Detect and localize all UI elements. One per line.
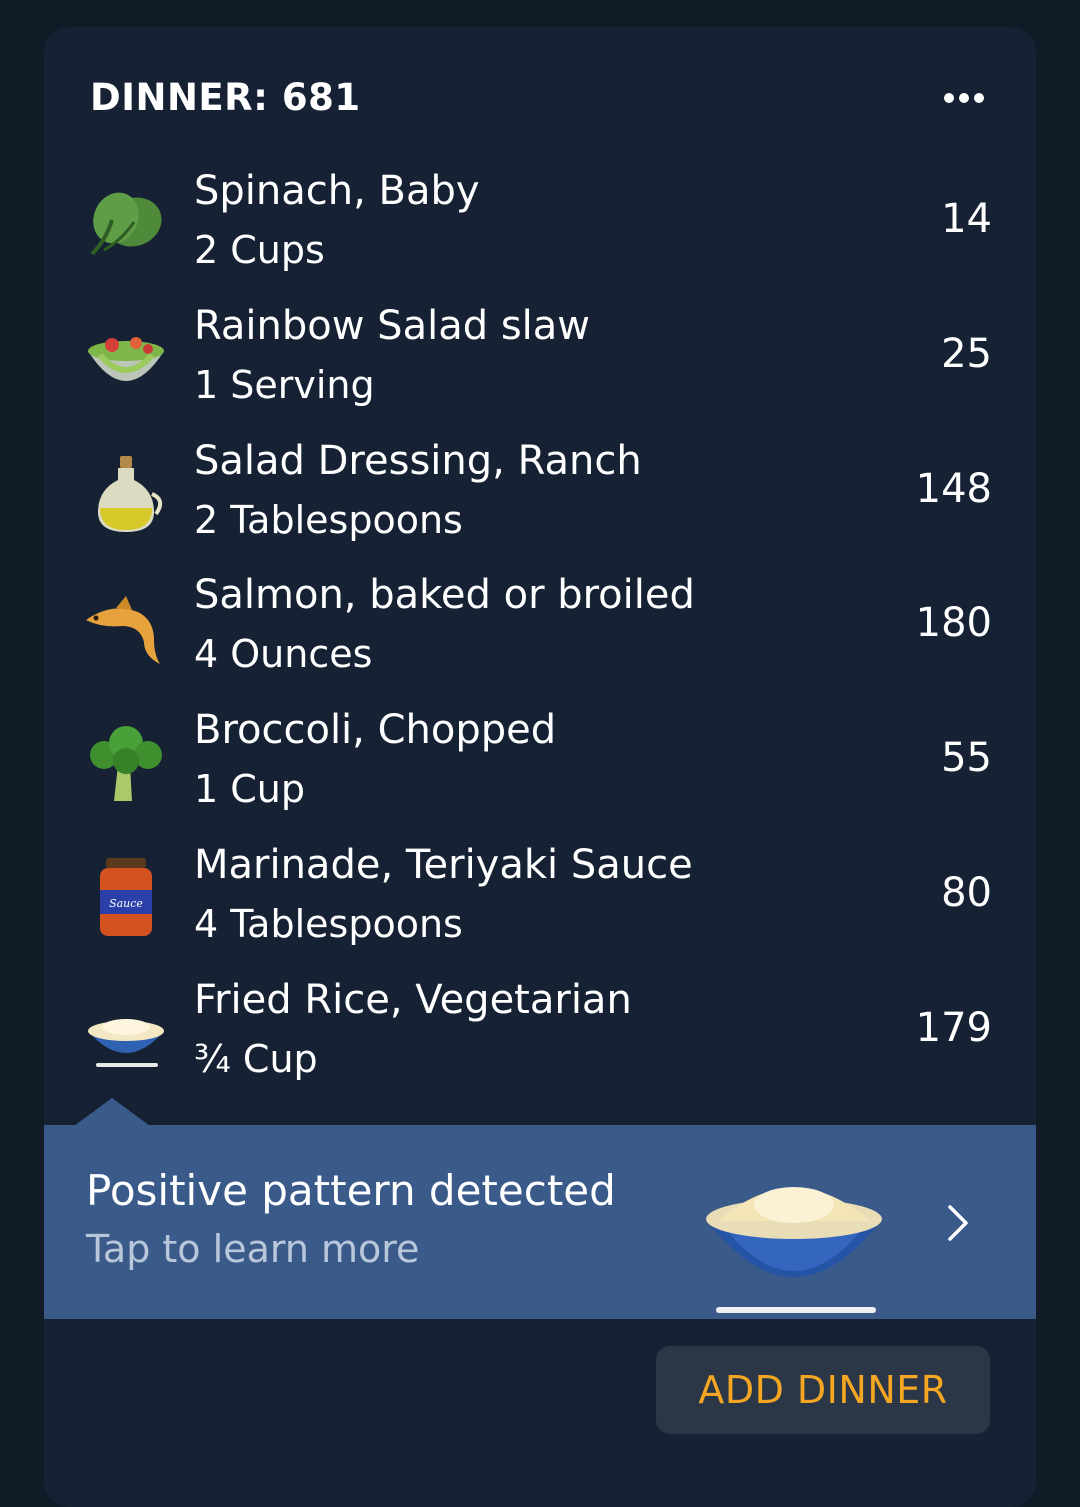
oil-bottle-icon bbox=[82, 450, 170, 538]
food-name: Salad Dressing, Ranch bbox=[194, 437, 642, 484]
food-item[interactable]: Salad Dressing, Ranch 2 Tablespoons 148 bbox=[44, 432, 1036, 567]
food-calories: 148 bbox=[915, 465, 992, 512]
food-name: Fried Rice, Vegetarian bbox=[194, 976, 632, 1023]
food-item[interactable]: Salmon, baked or broiled 4 Ounces 180 bbox=[44, 566, 1036, 701]
fish-icon bbox=[82, 584, 170, 672]
food-quantity: ¾ Cup bbox=[194, 1036, 318, 1081]
food-quantity: 2 Tablespoons bbox=[194, 497, 463, 542]
spinach-icon bbox=[82, 180, 170, 268]
meal-title: DINNER: 681 bbox=[90, 76, 361, 119]
food-quantity: 1 Cup bbox=[194, 767, 305, 812]
food-quantity: 2 Cups bbox=[194, 228, 325, 272]
food-name: Marinade, Teriyaki Sauce bbox=[194, 841, 693, 888]
food-calories: 14 bbox=[941, 196, 992, 242]
food-item[interactable]: Broccoli, Chopped 1 Cup 55 bbox=[44, 701, 1036, 836]
insight-banner[interactable]: Positive pattern detected Tap to learn m… bbox=[44, 1125, 1036, 1319]
food-name: Broccoli, Chopped bbox=[194, 707, 557, 754]
food-quantity: 4 Ounces bbox=[194, 632, 373, 677]
food-calories: 179 bbox=[915, 1004, 992, 1051]
food-item[interactable]: Rainbow Salad slaw 1 Serving 25 bbox=[44, 297, 1036, 432]
food-quantity: 4 Tablespoons bbox=[194, 901, 463, 946]
food-quantity: 1 Serving bbox=[194, 362, 375, 407]
food-name: Salmon, baked or broiled bbox=[194, 572, 695, 619]
svg-text:Sauce: Sauce bbox=[109, 897, 143, 910]
chevron-right-icon[interactable] bbox=[942, 1201, 972, 1245]
food-calories: 25 bbox=[941, 330, 992, 377]
more-options-button[interactable] bbox=[942, 88, 986, 108]
broccoli-icon bbox=[82, 719, 170, 807]
food-calories: 80 bbox=[941, 869, 992, 916]
add-dinner-button[interactable]: ADD DINNER bbox=[656, 1346, 990, 1434]
rice-bowl-icon bbox=[82, 989, 170, 1077]
food-item[interactable]: Spinach, Baby 2 Cups 14 bbox=[44, 162, 1036, 297]
food-name: Rainbow Salad slaw bbox=[194, 302, 590, 349]
food-calories: 55 bbox=[941, 735, 992, 782]
food-list: Spinach, Baby 2 Cups 14 Rainbow Salad sl… bbox=[44, 162, 1036, 1106]
insight-subtitle: Tap to learn more bbox=[86, 1227, 420, 1271]
salad-bowl-icon bbox=[82, 315, 170, 403]
meal-card: DINNER: 681 Spinach, Baby 2 Cups 14 Rain… bbox=[44, 27, 1036, 1507]
food-item[interactable]: Sauce Marinade, Teriyaki Sauce 4 Tablesp… bbox=[44, 836, 1036, 971]
insight-pointer bbox=[74, 1098, 150, 1126]
more-horizontal-icon bbox=[944, 93, 954, 103]
rice-bowl-icon bbox=[694, 1165, 894, 1319]
insight-title: Positive pattern detected bbox=[86, 1166, 616, 1215]
sauce-jar-icon: Sauce bbox=[82, 854, 170, 942]
food-calories: 180 bbox=[915, 600, 992, 647]
meal-header: DINNER: 681 bbox=[90, 75, 992, 125]
food-item[interactable]: Fried Rice, Vegetarian ¾ Cup 179 bbox=[44, 971, 1036, 1106]
food-name: Spinach, Baby bbox=[194, 168, 480, 214]
